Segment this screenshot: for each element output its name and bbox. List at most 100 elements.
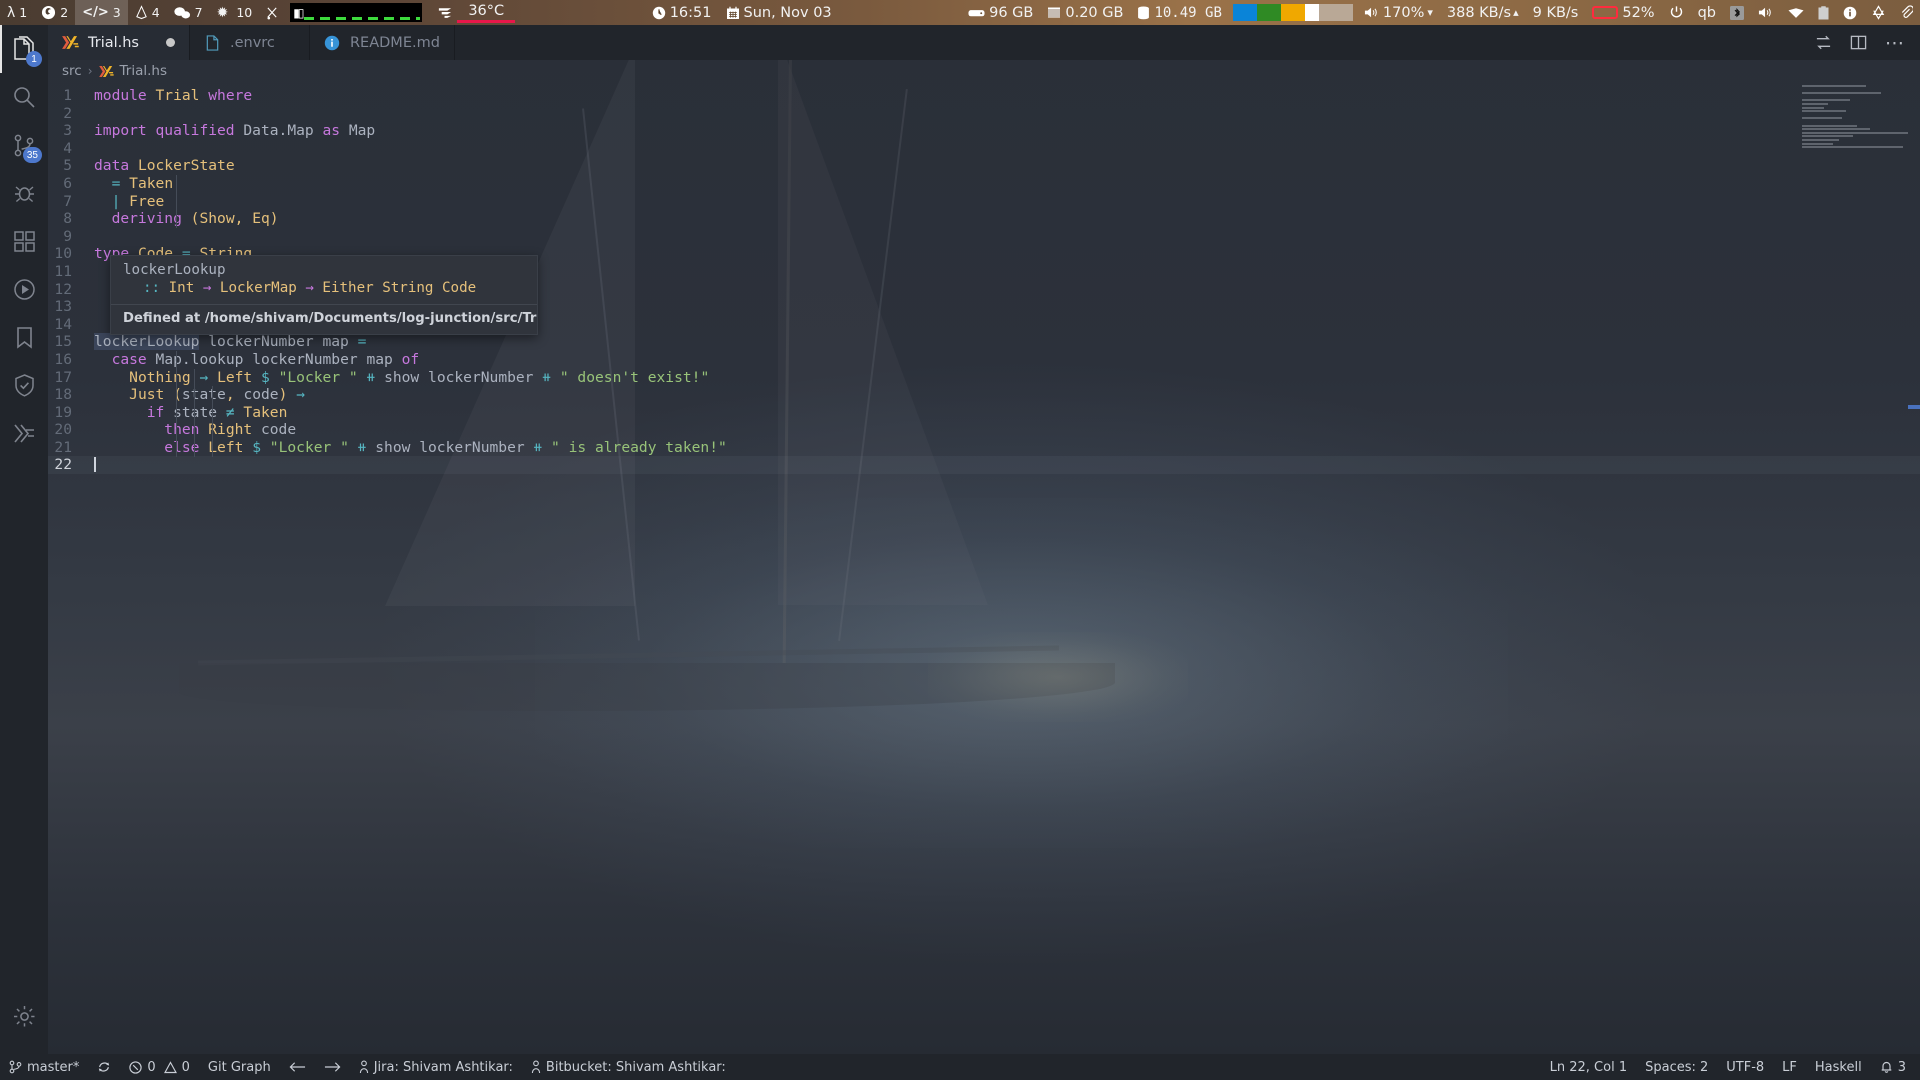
status-bitbucket[interactable]: Bitbucket: Shivam Ashtikar: xyxy=(522,1054,735,1080)
sidebar-item-extensions[interactable] xyxy=(0,217,48,265)
split-editor-icon[interactable] xyxy=(1850,34,1867,51)
workspace-3[interactable]: </> 3 xyxy=(75,0,128,25)
keyboard-layout[interactable]: qb xyxy=(1691,0,1723,25)
testing-icon xyxy=(12,277,37,302)
code-line[interactable]: 3 import qualified Data.Map as Map xyxy=(48,122,1920,140)
sidebar-item-source-control[interactable]: 35 xyxy=(0,121,48,169)
code-line[interactable]: 5 data LockerState xyxy=(48,157,1920,175)
person-icon xyxy=(531,1060,541,1074)
temperature-indicator[interactable]: 36°C xyxy=(430,0,522,25)
status-git-graph[interactable]: Git Graph xyxy=(199,1054,280,1080)
battery-indicator[interactable]: 52% xyxy=(1585,0,1661,25)
clipboard-tray[interactable] xyxy=(1811,0,1836,25)
sidebar-item-search[interactable] xyxy=(0,73,48,121)
code-line[interactable]: 21 else Left $ "Locker " ⧺ show lockerNu… xyxy=(48,439,1920,457)
status-sync[interactable] xyxy=(88,1054,120,1080)
status-jira[interactable]: Jira: Shivam Ashtikar: xyxy=(350,1054,522,1080)
code-line[interactable]: 7 | Free xyxy=(48,193,1920,211)
code-line[interactable]: 1 module Trial where xyxy=(48,87,1920,105)
code-line[interactable]: 8 deriving (Show, Eq) xyxy=(48,210,1920,228)
code-line[interactable]: 9 xyxy=(48,228,1920,246)
code-line-text xyxy=(94,456,1920,474)
tab-dirty-indicator[interactable] xyxy=(165,38,175,47)
breadcrumb-folder[interactable]: src xyxy=(62,63,82,79)
power-button[interactable] xyxy=(1662,0,1691,25)
workspace-scissors[interactable] xyxy=(259,0,286,25)
volume-indicator[interactable]: 170% ▾ xyxy=(1357,0,1440,25)
code-line[interactable]: 17 Nothing → Left $ "Locker " ⧺ show loc… xyxy=(48,369,1920,387)
status-cursor-position[interactable]: Ln 22, Col 1 xyxy=(1541,1054,1636,1080)
sidebar-item-health[interactable] xyxy=(0,361,48,409)
nix-tray[interactable] xyxy=(1864,0,1893,25)
wechat-icon xyxy=(174,6,191,20)
battery-icon xyxy=(1592,6,1619,19)
sidebar-item-haskell[interactable] xyxy=(0,409,48,457)
breadcrumb-file[interactable]: Trial.hs xyxy=(120,63,167,79)
scissors-icon xyxy=(266,6,279,20)
code-line-text: lockerLookup lockerNumber map = xyxy=(94,333,367,351)
volume-tray[interactable] xyxy=(1751,0,1781,25)
arrow-right-icon xyxy=(324,1061,341,1073)
more-actions-icon[interactable]: ⋯ xyxy=(1885,33,1904,52)
chevron-down-icon[interactable]: ▾ xyxy=(1427,7,1433,18)
code-line-text: deriving (Show, Eq) xyxy=(111,210,279,228)
sync-icon[interactable] xyxy=(1815,34,1832,51)
code-line[interactable]: 2 xyxy=(48,105,1920,123)
bluetooth-tray[interactable] xyxy=(1723,0,1751,25)
code-line[interactable]: 19 if state ≠ Taken xyxy=(48,404,1920,422)
sidebar-item-testing[interactable] xyxy=(0,265,48,313)
editor-minimap[interactable] xyxy=(1802,85,1912,155)
haskell-icon xyxy=(12,421,37,446)
workspace-4[interactable]: 4 xyxy=(128,0,167,25)
status-notifications[interactable]: 3 xyxy=(1871,1054,1920,1080)
workspace-7[interactable]: 7 xyxy=(167,0,210,25)
date-indicator[interactable]: Sun, Nov 03 xyxy=(719,0,839,25)
code-line[interactable]: 6 = Taken xyxy=(48,175,1920,193)
status-nav-forward[interactable] xyxy=(315,1054,350,1080)
cpu-chip-icon: ▮▯ xyxy=(293,5,304,20)
status-branch[interactable]: master* xyxy=(0,1054,88,1080)
swap-indicator[interactable]: 0.20 GB xyxy=(1040,0,1130,25)
code-line-text: else Left $ "Locker " ⧺ show lockerNumbe… xyxy=(164,438,727,456)
tab-trial-hs[interactable]: Trial.hs xyxy=(48,25,190,60)
line-number: 1 xyxy=(63,87,72,104)
tab-readme-md[interactable]: README.md xyxy=(310,25,455,60)
code-line[interactable]: 20 then Right code xyxy=(48,421,1920,439)
sidebar-item-bookmarks[interactable] xyxy=(0,313,48,361)
status-nav-back[interactable] xyxy=(280,1054,315,1080)
code-line[interactable]: 4 xyxy=(48,140,1920,158)
net-down-value: 388 KB/s xyxy=(1446,4,1512,21)
status-eol[interactable]: LF xyxy=(1773,1054,1806,1080)
disk-indicator[interactable]: 96 GB xyxy=(961,0,1040,25)
workspace-2[interactable]: 2 xyxy=(34,0,75,25)
sidebar-item-explorer[interactable]: 1 xyxy=(0,25,48,73)
code-line[interactable]: 16 case Map.lookup lockerNumber map of xyxy=(48,351,1920,369)
manage-settings-button[interactable] xyxy=(0,992,48,1040)
network-up-indicator[interactable]: 9 KB/s xyxy=(1526,0,1586,25)
clock-indicator[interactable]: 16:51 xyxy=(645,0,719,25)
status-language-mode[interactable]: Haskell xyxy=(1806,1054,1871,1080)
sidebar-item-run-debug[interactable] xyxy=(0,169,48,217)
info-tray[interactable] xyxy=(1836,0,1864,25)
mem-bar-green xyxy=(1256,4,1281,21)
status-encoding[interactable]: UTF-8 xyxy=(1717,1054,1773,1080)
haskell-file-icon xyxy=(98,64,114,79)
attachment-tray[interactable] xyxy=(1893,0,1920,25)
tab-envrc[interactable]: .envrc xyxy=(190,25,310,60)
code-line[interactable]: 22 xyxy=(48,456,1920,475)
memory-indicator[interactable]: 10.49 GB xyxy=(1130,0,1228,25)
code-line[interactable]: 18 Just (state, code) → xyxy=(48,386,1920,404)
workspace-10[interactable]: ✹ 10 xyxy=(210,0,260,25)
markdown-info-icon xyxy=(324,34,341,51)
status-indentation[interactable]: Spaces: 2 xyxy=(1636,1054,1717,1080)
editor-tab-bar: Trial.hs .envrc README.md ⋯ xyxy=(48,25,1920,60)
status-problems[interactable]: 0 0 xyxy=(120,1054,199,1080)
breadcrumb: src › Trial.hs xyxy=(48,60,1920,82)
minimap-line xyxy=(1802,99,1851,102)
wifi-tray[interactable] xyxy=(1781,0,1811,25)
workspace-1[interactable]: λ 1 xyxy=(0,0,34,25)
network-down-indicator[interactable]: 388 KB/s ▴ xyxy=(1440,0,1526,25)
code-editor-content[interactable]: 1 module Trial where 2 3 import qualified Da… xyxy=(48,82,1920,1012)
code-line[interactable]: 15 lockerLookup lockerNumber map = xyxy=(48,333,1920,351)
